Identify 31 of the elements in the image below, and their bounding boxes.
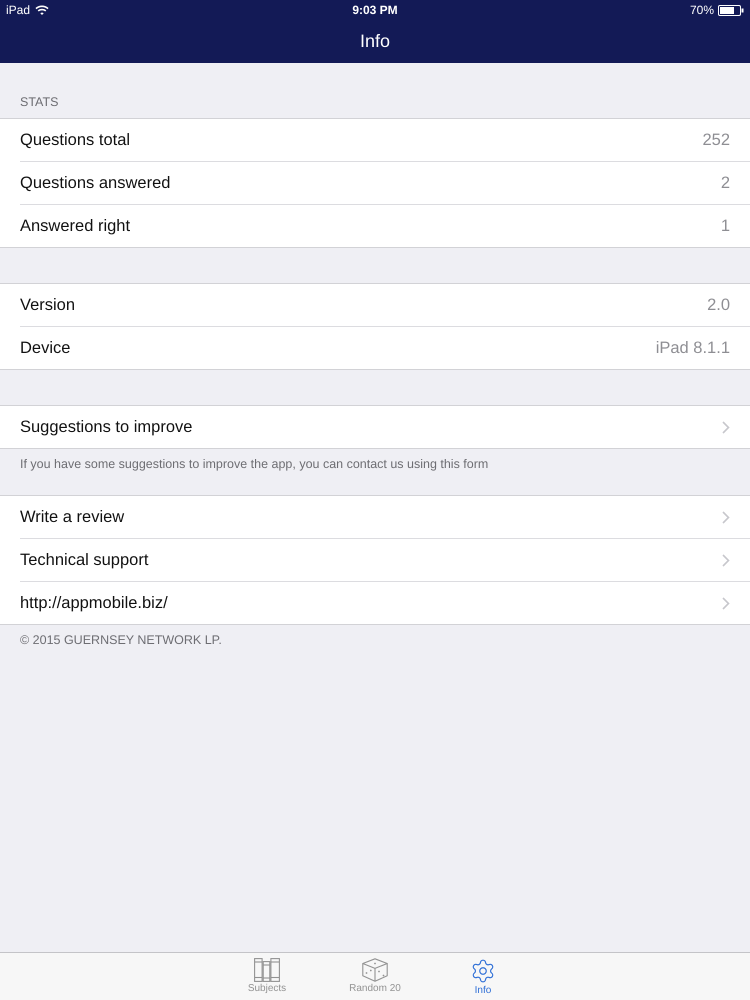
row-label: Questions total — [20, 130, 130, 150]
dice-icon — [362, 958, 388, 982]
row-label: Device — [20, 338, 70, 358]
books-icon — [254, 958, 280, 982]
link-row[interactable]: Write a review — [0, 496, 750, 539]
link-row[interactable]: http://appmobile.biz/ — [0, 582, 750, 624]
row-label: Questions answered — [20, 174, 170, 192]
battery-icon — [718, 4, 744, 16]
row-label: Answered right — [20, 216, 130, 236]
chevron-icon — [722, 554, 730, 566]
settings-icon — [470, 958, 496, 984]
section-footer: © 2015 GUERNSEY NETWORK LP. — [20, 633, 222, 647]
row-value: 252 — [702, 130, 730, 150]
row-value: 1 — [720, 216, 730, 236]
row-value: iPad 8.1.1 — [656, 338, 730, 358]
link-row[interactable]: Technical support — [0, 539, 750, 582]
chevron-icon — [722, 420, 730, 434]
row-value: 2 — [720, 174, 730, 192]
nav-title: Info — [360, 31, 390, 52]
device-name: iPad — [6, 3, 30, 17]
status-time: 9:03 PM — [352, 3, 398, 17]
tab[interactable]: Info — [429, 953, 537, 1000]
section-header: STATS — [19, 95, 60, 111]
chevron-icon — [722, 596, 730, 610]
battery-percent: 70% — [690, 3, 714, 17]
link-row[interactable]: Suggestions to improve — [0, 406, 750, 448]
row-label: Version — [20, 296, 76, 314]
wifi-icon — [35, 5, 50, 15]
row-value: 2.0 — [707, 296, 730, 314]
chevron-icon — [722, 510, 730, 524]
section-footer: If you have some suggestions to improve the app, you can contact us using this form — [20, 457, 488, 471]
